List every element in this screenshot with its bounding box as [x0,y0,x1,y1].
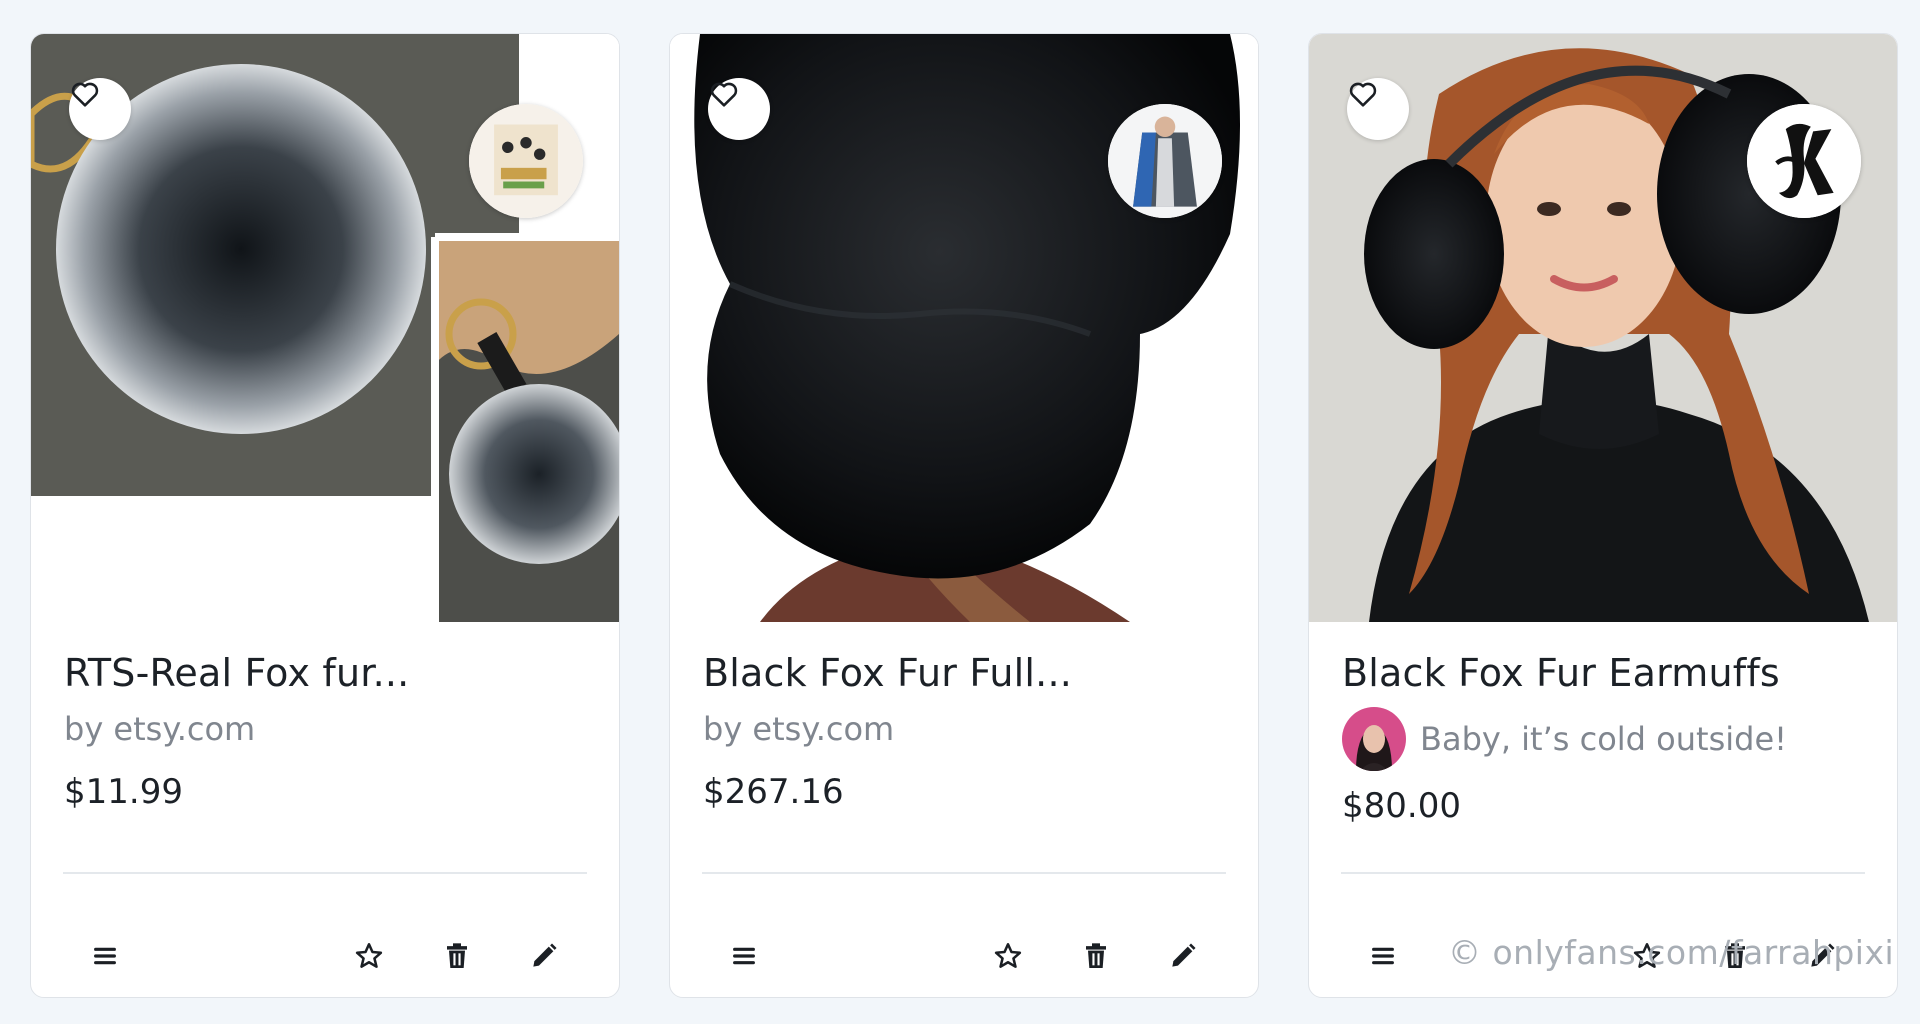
heart-icon [710,82,738,107]
menu-icon [733,947,755,965]
product-card: RTS-Real Fox fur... by etsy.com $11.99 [30,33,620,998]
pencil-icon [1172,943,1196,967]
trash-icon [1086,943,1106,968]
card-actions [31,934,619,994]
menu-button[interactable] [83,934,127,978]
product-image[interactable] [670,34,1258,622]
watermark-text: © onlyfans.com/farrahpixi [1448,933,1895,972]
favorite-heart-button[interactable] [1347,78,1409,140]
trash-icon [447,943,467,968]
store-logo-icon [1108,104,1222,218]
card-divider [702,872,1226,874]
product-price: $267.16 [703,772,844,812]
product-info: RTS-Real Fox fur... by etsy.com $11.99 [64,649,584,813]
star-button[interactable] [986,934,1030,978]
product-title[interactable]: Black Fox Fur Full... [703,649,1223,697]
collection-name: Baby, it’s cold outside! [1420,720,1787,758]
product-price: $80.00 [1342,786,1461,826]
heart-icon [71,82,99,107]
product-info: Black Fox Fur Earmuffs Baby, it’s cold o… [1342,649,1862,827]
edit-button[interactable] [522,934,566,978]
card-divider [63,872,587,874]
heart-icon [1349,82,1377,107]
product-info: Black Fox Fur Full... by etsy.com $267.1… [703,649,1223,813]
edit-button[interactable] [1161,934,1205,978]
product-price: $11.99 [64,772,183,812]
product-grid: RTS-Real Fox fur... by etsy.com $11.99 B… [0,0,1920,1024]
pencil-icon [533,943,557,967]
menu-button[interactable] [722,934,766,978]
delete-button[interactable] [435,934,479,978]
product-source: by etsy.com [703,710,895,748]
product-image[interactable] [31,34,619,622]
product-source: by etsy.com [64,710,256,748]
delete-button[interactable] [1074,934,1118,978]
collection-link[interactable]: Baby, it’s cold outside! [1342,707,1862,771]
star-icon [994,943,1022,968]
menu-button[interactable] [1361,934,1405,978]
store-avatar[interactable] [1747,104,1861,218]
card-divider [1341,872,1865,874]
product-card: Black Fox Fur Full... by etsy.com $267.1… [669,33,1259,998]
star-icon [355,943,383,968]
product-title[interactable]: RTS-Real Fox fur... [64,649,584,697]
product-card: Black Fox Fur Earmuffs Baby, it’s cold o… [1308,33,1898,998]
collection-avatar [1342,707,1406,771]
store-avatar[interactable] [469,104,583,218]
menu-icon [1372,947,1394,965]
store-logo-icon [469,104,583,218]
card-actions [670,934,1258,994]
store-logo-icon [1747,104,1861,218]
star-button[interactable] [347,934,391,978]
menu-icon [94,947,116,965]
store-avatar[interactable] [1108,104,1222,218]
favorite-heart-button[interactable] [69,78,131,140]
user-avatar-icon [1342,707,1406,771]
product-title[interactable]: Black Fox Fur Earmuffs [1342,649,1862,697]
favorite-heart-button[interactable] [708,78,770,140]
product-image[interactable] [1309,34,1897,622]
